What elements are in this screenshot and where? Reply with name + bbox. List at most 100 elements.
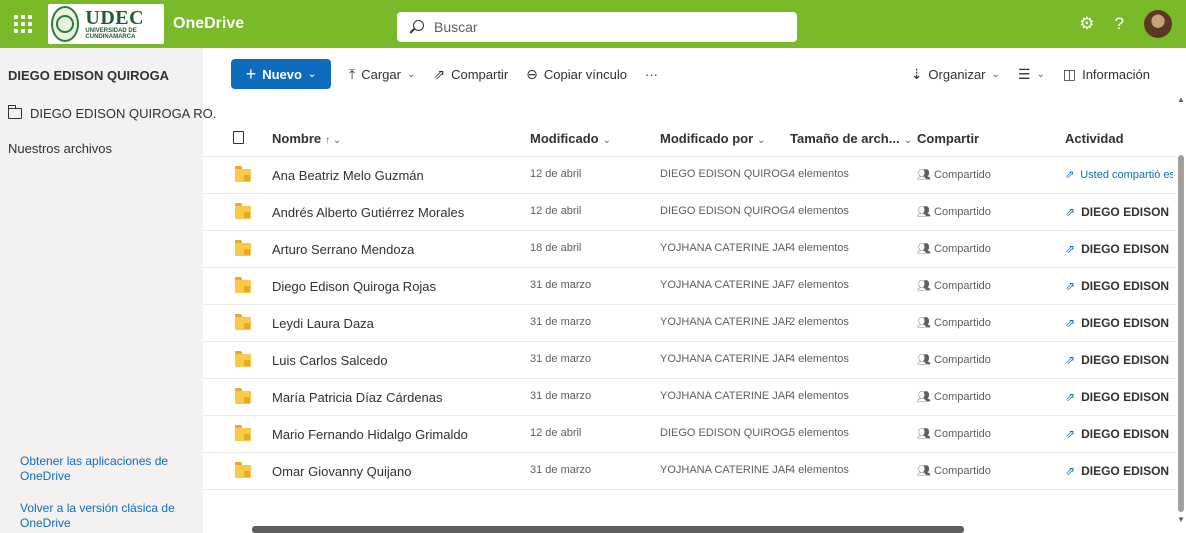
share-icon: ⇗ [1065,427,1076,441]
table-row[interactable]: Andrés Alberto Gutiérrez Morales 12 de ab… [203,194,1176,231]
cell-name[interactable]: Leydi Laura Daza [272,316,374,331]
cell-activity[interactable]: ⇗ DIEGO EDISON QU [1065,279,1173,293]
cell-name[interactable]: Omar Giovanny Quijano [272,464,411,479]
table-row[interactable]: Mario Fernando Hidalgo Grimaldo 12 de abr… [203,416,1176,453]
column-header-size[interactable]: Tamaño de arch... ⌄ [790,131,912,146]
cell-name[interactable]: Mario Fernando Hidalgo Grimaldo [272,427,468,442]
scroll-down-icon[interactable]: ▼ [1177,515,1185,524]
sidebar-item-folder[interactable]: DIEGO EDISON QUIROGA RO. [8,105,216,121]
cell-sharing[interactable]: 👥︎ Compartido [917,168,991,181]
cell-sharing[interactable]: 👥︎ Compartido [917,316,991,329]
activity-label: DIEGO EDISON QU [1081,316,1173,330]
people-icon: 👥︎ [917,280,935,292]
info-button[interactable]: ◫ Información [1063,66,1150,83]
cell-activity[interactable]: ⇗ DIEGO EDISON QU [1065,205,1173,219]
gear-icon[interactable]: ⚙ [1079,14,1094,34]
activity-label: Usted compartió es [1080,169,1173,181]
waffle-icon[interactable] [14,15,32,33]
cell-modified: 31 de marzo [530,279,592,291]
link-icon: ⊖ [526,65,538,82]
table-row[interactable]: Diego Edison Quiroga Rojas 31 de marzo YOJ… [203,268,1176,305]
table-row[interactable]: Arturo Serrano Mendoza 18 de abril YOJHANA… [203,231,1176,268]
sidebar-item-shared-files[interactable]: Nuestros archivos [8,141,112,156]
vertical-scrollbar[interactable]: ▲ ▼ [1176,95,1186,533]
chevron-down-icon: ⌄ [991,68,1000,80]
cell-sharing[interactable]: 👥︎ Compartido [917,205,991,218]
cell-name[interactable]: Andrés Alberto Gutiérrez Morales [272,205,464,220]
cell-name[interactable]: María Patricia Díaz Cárdenas [272,390,443,405]
cell-size: 7 elementos [789,279,849,291]
cell-activity[interactable]: ⇗ DIEGO EDISON QU [1065,353,1173,367]
cell-activity[interactable]: ⇗ DIEGO EDISON QU [1065,464,1173,478]
cell-sharing[interactable]: 👥︎ Compartido [917,242,991,255]
column-header-modified-by[interactable]: Modificado por ⌄ [660,131,766,146]
cell-name[interactable]: Ana Beatriz Melo Guzmán [272,168,424,183]
cell-modified-by: YOJHANA CATERINE JARA [660,279,790,291]
cell-activity[interactable]: ⇗ Usted compartió es [1065,168,1173,181]
search-input[interactable] [434,19,774,35]
sidebar-user-name[interactable]: DIEGO EDISON QUIROGA [8,68,169,83]
shared-folder-icon [235,277,251,293]
people-icon: 👥︎ [917,243,935,255]
activity-label: DIEGO EDISON QU [1081,353,1173,367]
sharing-label: Compartido [934,243,991,255]
chevron-down-icon: ⌄ [1036,68,1045,80]
upload-icon: ⤒ [349,65,356,82]
cell-modified: 31 de marzo [530,390,592,402]
share-button[interactable]: ⇗ Compartir [433,66,508,83]
classic-view-link[interactable]: Volver a la versión clásica de OneDrive [20,501,180,531]
table-row[interactable]: Ana Beatriz Melo Guzmán 12 de abril DIEGO … [203,157,1176,194]
cell-modified: 31 de marzo [530,316,592,328]
list-header: Nombre ↑ ⌄ Modificado ⌄ Modificado por ⌄ Ta… [203,119,1176,157]
cell-modified: 31 de marzo [530,353,592,365]
copy-link-button[interactable]: ⊖ Copiar vínculo [526,66,627,83]
scrollbar-thumb[interactable] [1178,155,1184,512]
column-header-modified[interactable]: Modificado ⌄ [530,131,611,146]
horizontal-scrollbar[interactable] [252,526,964,533]
cell-activity[interactable]: ⇗ DIEGO EDISON QU [1065,427,1173,441]
cell-size: 4 elementos [789,242,849,254]
search-icon [410,20,424,34]
app-title[interactable]: OneDrive [173,15,244,33]
new-button[interactable]: + Nuevo ⌄ [231,59,331,89]
scroll-up-icon[interactable]: ▲ [1177,95,1185,104]
cell-sharing[interactable]: 👥︎ Compartido [917,279,991,292]
cell-sharing[interactable]: 👥︎ Compartido [917,390,991,403]
column-header-sharing[interactable]: Compartir [917,131,979,146]
table-row[interactable]: Leydi Laura Daza 31 de marzo YOJHANA CATER… [203,305,1176,342]
cell-sharing[interactable]: 👥︎ Compartido [917,353,991,366]
cell-activity[interactable]: ⇗ DIEGO EDISON QU [1065,242,1173,256]
cell-modified-by: YOJHANA CATERINE JARA [660,390,790,402]
cell-name[interactable]: Luis Carlos Salcedo [272,353,388,368]
cell-name[interactable]: Arturo Serrano Mendoza [272,242,414,257]
cell-activity[interactable]: ⇗ DIEGO EDISON QU [1065,316,1173,330]
cell-size: 4 elementos [789,168,849,180]
cell-sharing[interactable]: 👥︎ Compartido [917,464,991,477]
shared-folder-icon [235,425,251,441]
table-row[interactable]: Omar Giovanny Quijano 31 de marzo YOJHANA … [203,453,1176,490]
help-icon[interactable]: ? [1115,14,1124,34]
cell-modified: 12 de abril [530,427,582,439]
avatar[interactable] [1144,10,1172,38]
university-logo[interactable]: UDEC UNIVERSIDAD DE CUNDINAMARCA [48,4,164,44]
view-options-button[interactable]: ☰ ⌄ [1018,66,1045,83]
sharing-label: Compartido [934,391,991,403]
cell-size: 4 elementos [789,464,849,476]
upload-button[interactable]: ⤒ Cargar ⌄ [349,66,415,83]
get-apps-link[interactable]: Obtener las aplicaciones de OneDrive [20,454,180,484]
table-row[interactable]: María Patricia Díaz Cárdenas 31 de marzo Y… [203,379,1176,416]
more-button[interactable]: ··· [645,67,658,82]
table-row[interactable]: Luis Carlos Salcedo 31 de marzo YOJHANA CA… [203,342,1176,379]
file-type-icon[interactable] [233,131,244,144]
people-icon: 👥︎ [917,465,935,477]
command-bar: + Nuevo ⌄ ⤒ Cargar ⌄ ⇗ Compartir ⊖ Copia… [220,59,1170,89]
column-header-name[interactable]: Nombre ↑ ⌄ [272,131,341,146]
sort-button[interactable]: ⇣ Organizar ⌄ [911,66,1000,83]
cell-sharing[interactable]: 👥︎ Compartido [917,427,991,440]
cell-activity[interactable]: ⇗ DIEGO EDISON QU [1065,390,1173,404]
cell-name[interactable]: Diego Edison Quiroga Rojas [272,279,436,294]
share-icon: ⇗ [1065,169,1075,181]
column-header-activity[interactable]: Actividad [1065,131,1124,146]
logo-subtitle: UNIVERSIDAD DE CUNDINAMARCA [85,28,137,40]
search-box[interactable] [397,12,797,42]
